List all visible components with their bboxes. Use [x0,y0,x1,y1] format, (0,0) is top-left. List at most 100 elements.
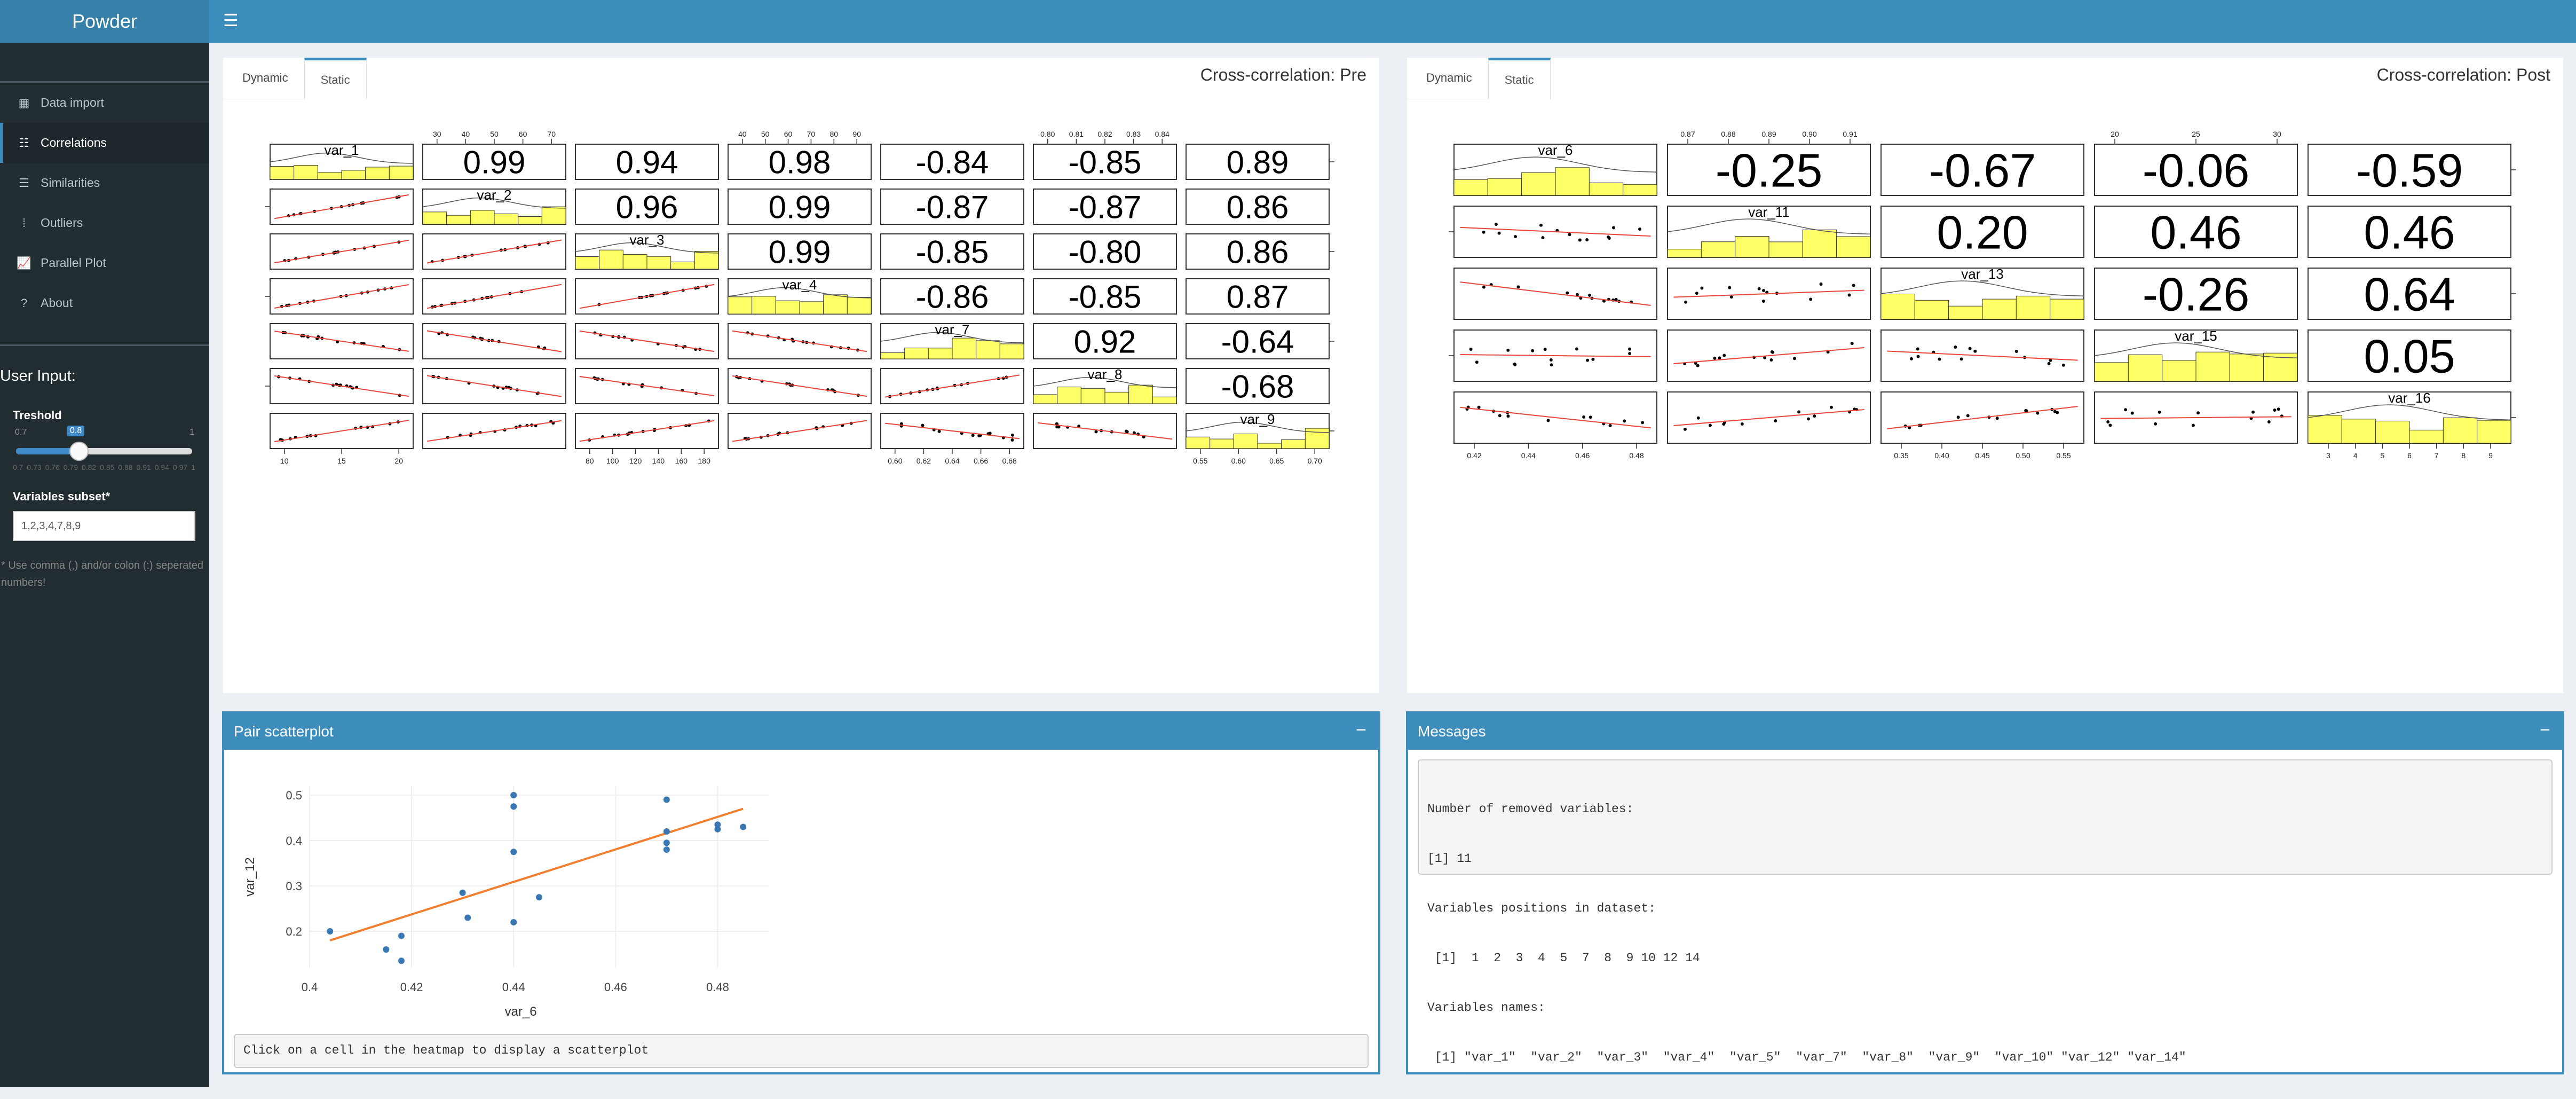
scatter-point [1700,286,1704,290]
scatter-point [2273,408,2277,412]
pair-cell: 0.86 [1186,189,1330,225]
sidebar-toggle-icon[interactable]: ☰ [223,12,239,29]
histogram-bar [270,166,295,180]
scatter-point [1829,405,1833,409]
pair-cell [728,368,872,404]
slider-ticks: 0.7 0.73 0.76 0.79 0.82 0.85 0.88 0.91 0.94 0.97 1 [13,463,195,472]
pair-cell [1453,268,1657,320]
scatter-point [1608,423,1612,427]
minimize-icon[interactable]: − [1356,720,1366,741]
scatter-point [988,431,992,435]
pair-cell: var_9 [1186,411,1330,449]
scatter-point [1910,357,1914,360]
scatter-point [1497,231,1501,235]
axis-tick-label: 90 [852,130,861,138]
pair-cell: var_8 [1033,366,1177,404]
axis-tick-label: 30 [433,130,441,138]
pair-cell [1667,329,1871,382]
scatter-point [1531,349,1535,352]
pair-cell [422,233,566,270]
scatter-point [510,792,517,798]
variable-label: var_3 [629,232,664,248]
sidebar-item-similarities[interactable]: ☰ Similarities [0,163,209,203]
scatter-point [398,932,405,939]
histogram-bar [728,296,753,315]
variable-label: var_13 [1961,266,2004,282]
pair-cell [270,368,414,404]
variable-label: var_15 [2175,328,2217,344]
variables-subset-input[interactable] [13,511,195,541]
sidebar-item-data-import[interactable]: ▦ Data import [0,83,209,123]
scatter-point [510,919,517,925]
scatter-point [663,796,670,803]
pair-cell [1453,391,1657,444]
scatter-point [1696,416,1700,420]
user-input-heading: User Input: [0,367,76,384]
scatter-point [1757,287,1761,291]
scatter-point [1469,347,1473,351]
histogram-bar [2162,360,2196,382]
histogram-bar [2195,351,2230,382]
slider-tick: 0.94 [154,463,169,472]
scatter-point [2267,420,2271,424]
axis-tick-label: 25 [2192,130,2200,138]
app-logo[interactable]: Powder [0,0,209,43]
correlation-value: 0.98 [769,145,831,180]
pair-cell: -0.26 [2094,268,2298,321]
histogram-bar [2229,354,2264,382]
slider-max: 1 [189,428,194,437]
pair-cell [575,278,719,315]
minimize-icon[interactable]: − [2540,720,2550,741]
pair-cell: var_4 [728,277,872,315]
histogram-bar [1555,167,1590,196]
pair-cell: 0.46 [2308,206,2511,259]
histogram-bar [1667,249,1702,258]
pair-cell [1667,268,1871,320]
histogram-bar [1623,184,1657,196]
sidebar-item-parallel-plot[interactable]: 📈 Parallel Plot [0,243,209,283]
pair-cell: 0.94 [575,144,719,180]
scatter-point [1589,415,1592,419]
variable-label: var_16 [2388,390,2431,406]
pair-cell: var_16 [2308,390,2511,444]
histogram-bar [1768,241,1803,258]
sidebar-item-correlations[interactable]: ☷ Correlations [0,123,209,163]
histogram-bar [1128,384,1153,404]
histogram-bar [1982,299,2017,320]
scatter-point [536,894,542,901]
correlation-value: 0.99 [769,190,831,225]
correlation-value: 0.99 [769,234,831,270]
histogram-bar [1589,182,1624,196]
axis-tick-label: 0.35 [1894,451,1908,460]
scatter-point [1852,284,1855,287]
scatter-point [1968,347,1972,350]
scatter-point [1513,363,1517,366]
axis-tick-label: 0.84 [1155,130,1170,138]
scatter-point [1966,414,1970,418]
messages-box: Messages − Number of removed variables: [… [1406,711,2564,1074]
sidebar-item-label: Similarities [41,176,100,190]
threshold-slider[interactable]: 0.7 1 0.8 0.7 0.73 0.76 0.79 0.82 0.85 0.88 0.9… [13,422,195,476]
correlation-value: -0.85 [916,234,989,270]
x-tick-label: 0.48 [706,980,729,994]
pair-cell: 0.98 [728,144,872,180]
x-tick-label: 0.46 [604,980,627,994]
scatter-point [510,803,517,810]
scatter-point [971,434,975,437]
sidebar-item-about[interactable]: ? About [0,283,209,323]
correlation-value: -0.64 [1221,324,1294,360]
variable-label: var_11 [1748,204,1790,220]
histogram-bar [365,167,390,180]
post-correlation-panel: Dynamic Static Cross-correlation: Post v… [1407,58,2563,693]
pair-cell: 0.64 [2308,268,2511,321]
scatter-point [1847,293,1851,297]
slider-handle[interactable] [69,442,89,461]
sidebar-item-outliers[interactable]: ⁞ Outliers [0,203,209,243]
scatter-point [1623,419,1626,423]
correlation-value: 0.20 [1937,206,2028,259]
x-tick-label: 0.42 [400,980,423,994]
scatter-point [1916,347,1919,351]
sidebar-item-label: Parallel Plot [41,256,106,270]
axis-tick-label: 0.83 [1126,130,1141,138]
histogram-bar [752,296,776,315]
